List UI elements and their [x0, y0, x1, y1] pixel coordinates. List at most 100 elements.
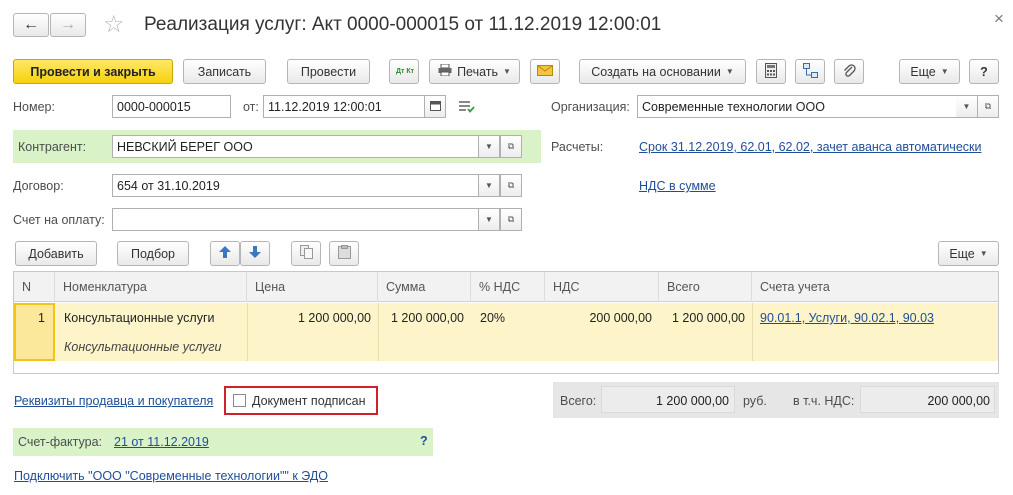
copy-icon: [299, 245, 313, 262]
paperclip-icon: [842, 63, 856, 81]
signed-label: Документ подписан: [252, 393, 366, 408]
favorite-star-icon[interactable]: ☆: [103, 10, 125, 39]
help-button[interactable]: ?: [969, 59, 999, 84]
attach-button[interactable]: [834, 59, 864, 84]
organization-field[interactable]: Современные технологии ООО: [637, 95, 959, 118]
counterparty-field[interactable]: НЕВСКИЙ БЕРЕГ ООО: [112, 135, 479, 158]
chevron-down-icon: ▼: [503, 67, 511, 76]
signed-checkbox-container[interactable]: Документ подписан: [224, 386, 378, 415]
print-button[interactable]: Печать ▼: [429, 59, 520, 84]
row-item-content[interactable]: Консультационные услуги: [64, 340, 221, 354]
email-button[interactable]: [530, 59, 560, 84]
invoice-for-payment-open-button[interactable]: ⧉: [500, 208, 522, 231]
table-more-button[interactable]: Еще ▼: [938, 241, 999, 266]
column-n[interactable]: N: [14, 272, 55, 302]
invoice-help-icon[interactable]: ?: [420, 434, 428, 448]
add-row-label: Добавить: [28, 246, 84, 261]
page-title: Реализация услуг: Акт 0000-000015 от 11.…: [144, 14, 662, 35]
number-field[interactable]: 0000-000015: [112, 95, 231, 118]
contract-field[interactable]: 654 от 31.10.2019: [112, 174, 479, 197]
organization-open-button[interactable]: ⧉: [977, 95, 999, 118]
print-label: Печать: [457, 64, 499, 79]
invoice-for-payment-field[interactable]: [112, 208, 479, 231]
back-arrow-icon: ←: [23, 16, 39, 33]
vat-total-value: 200 000,00: [927, 394, 990, 408]
save-button[interactable]: Записать: [183, 59, 266, 84]
vat-mode-link[interactable]: НДС в сумме: [639, 179, 716, 193]
paste-row-button[interactable]: [329, 241, 359, 266]
row-item[interactable]: Консультационные услуги: [64, 311, 214, 325]
counterparty-dropdown-button[interactable]: ▼: [478, 135, 500, 158]
save-label: Записать: [197, 64, 252, 79]
open-link-icon: ⧉: [984, 101, 992, 111]
contract-open-button[interactable]: ⧉: [500, 174, 522, 197]
printer-icon: [438, 63, 452, 79]
contract-label: Договор:: [13, 179, 64, 193]
row-vat[interactable]: 200 000,00: [545, 311, 652, 325]
column-item[interactable]: Номенклатура: [55, 272, 247, 302]
calendar-button[interactable]: [424, 95, 446, 118]
currency-label: руб.: [743, 394, 767, 408]
column-price[interactable]: Цена: [247, 272, 378, 302]
calendar-icon: [429, 100, 441, 113]
chevron-down-icon: ▼: [979, 249, 988, 258]
chevron-down-icon: ▼: [485, 142, 493, 151]
column-vat[interactable]: НДС: [545, 272, 659, 302]
calculator-button[interactable]: [756, 59, 786, 84]
column-total[interactable]: Всего: [659, 272, 752, 302]
connect-edo-link[interactable]: Подключить "ООО "Современные технологии"…: [14, 469, 328, 483]
column-accounts[interactable]: Счета учета: [752, 272, 998, 302]
row-accounts-link[interactable]: 90.01.1, Услуги, 90.02.1, 90.03: [760, 311, 934, 325]
invoice-for-payment-dropdown-button[interactable]: ▼: [478, 208, 500, 231]
counterparty-open-button[interactable]: ⧉: [500, 135, 522, 158]
column-vat-rate[interactable]: % НДС: [471, 272, 545, 302]
create-based-on-button[interactable]: Создать на основании ▼: [579, 59, 746, 84]
calculator-icon: [765, 62, 777, 81]
row-price[interactable]: 1 200 000,00: [255, 311, 371, 325]
column-divider: [378, 303, 379, 361]
chevron-down-icon: ▼: [962, 102, 971, 111]
copy-row-button[interactable]: [291, 241, 321, 266]
chevron-down-icon: ▼: [940, 67, 949, 76]
contract-dropdown-button[interactable]: ▼: [478, 174, 500, 197]
structure-button[interactable]: [795, 59, 825, 84]
pick-button[interactable]: Подбор: [117, 241, 189, 266]
more-button[interactable]: Еще ▼: [899, 59, 960, 84]
forward-arrow-icon: →: [60, 16, 76, 33]
dt-kt-button[interactable]: Дт Кт: [389, 59, 419, 84]
chevron-down-icon: ▼: [485, 215, 493, 224]
settlements-link[interactable]: Срок 31.12.2019, 62.01, 62.02, зачет ава…: [639, 140, 981, 154]
row-sum[interactable]: 1 200 000,00: [378, 311, 464, 325]
organization-label: Организация:: [551, 100, 630, 114]
dt-kt-icon: Дт Кт: [396, 67, 415, 75]
row-vat-rate[interactable]: 20%: [480, 311, 505, 325]
forward-button[interactable]: →: [50, 13, 86, 37]
arrow-up-icon: [219, 246, 231, 261]
invoice-link[interactable]: 21 от 11.12.2019: [114, 435, 209, 449]
date-field[interactable]: 11.12.2019 12:00:01: [263, 95, 425, 118]
status-list-icon[interactable]: [459, 100, 475, 116]
post-button[interactable]: Провести: [287, 59, 370, 84]
number-label: Номер:: [13, 100, 55, 114]
post-and-close-label: Провести и закрыть: [30, 64, 156, 79]
close-icon[interactable]: ×: [994, 9, 1004, 29]
row-total[interactable]: 1 200 000,00: [659, 311, 745, 325]
move-down-button[interactable]: [240, 241, 270, 266]
more-label: Еще: [910, 64, 936, 79]
structure-icon: [802, 62, 818, 81]
column-sum[interactable]: Сумма: [378, 272, 471, 302]
create-based-on-label: Создать на основании: [591, 64, 721, 79]
post-and-close-button[interactable]: Провести и закрыть: [13, 59, 173, 84]
pick-label: Подбор: [130, 246, 176, 261]
organization-dropdown-button[interactable]: ▼: [956, 95, 978, 118]
move-up-button[interactable]: [210, 241, 240, 266]
seller-buyer-requisites-link[interactable]: Реквизиты продавца и покупателя: [14, 394, 213, 408]
signed-checkbox[interactable]: [233, 394, 246, 407]
row-number: 1: [38, 311, 45, 325]
vat-total-label: в т.ч. НДС:: [793, 394, 855, 408]
add-row-button[interactable]: Добавить: [15, 241, 97, 266]
help-label: ?: [980, 64, 988, 79]
total-value: 1 200 000,00: [656, 394, 729, 408]
back-button[interactable]: ←: [13, 13, 49, 37]
envelope-icon: [537, 64, 553, 79]
